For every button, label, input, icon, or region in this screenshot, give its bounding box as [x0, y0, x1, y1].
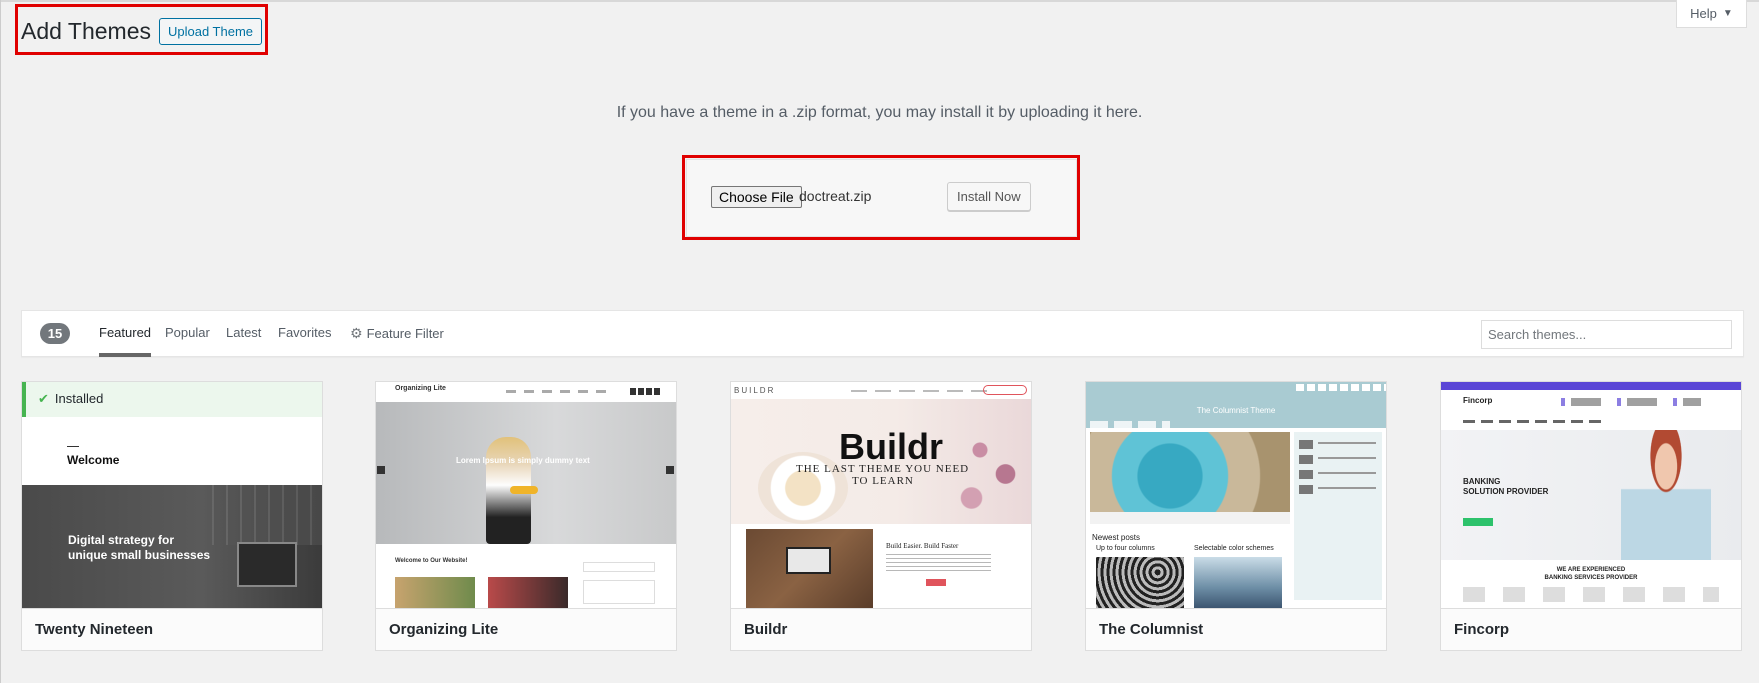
preview-section-title: Welcome to Our Website! [395, 558, 468, 564]
theme-name: Fincorp [1441, 608, 1741, 650]
preview-sub-1: WE ARE EXPERIENCED [1556, 567, 1626, 573]
preview-col-2: Selectable color schemes [1194, 545, 1274, 552]
installed-label: Installed [54, 391, 104, 406]
tab-favorites[interactable]: Favorites [278, 325, 331, 340]
help-tab[interactable]: Help ▼ [1676, 0, 1747, 28]
checkmark-icon: ✔ [38, 391, 49, 406]
upload-description: If you have a theme in a .zip format, yo… [616, 104, 1143, 121]
theme-screenshot: Fincorp BANKING SOLUTION PROVIDER WE ARE… [1441, 382, 1741, 608]
preview-logo: Organizing Lite [395, 385, 446, 392]
tab-featured[interactable]: Featured [99, 325, 152, 357]
preview-hero-2: SOLUTION PROVIDER [1463, 487, 1549, 496]
theme-name: Twenty Nineteen [22, 608, 322, 650]
preview-logo: Fincorp [1463, 396, 1493, 405]
preview-subhead: Build Easier. Build Faster [886, 542, 959, 550]
theme-name: The Columnist [1086, 608, 1386, 650]
installed-notice: ✔ Installed [22, 382, 322, 417]
annotation-box-upload [682, 155, 1080, 240]
preview-big-logo: Buildr [839, 426, 943, 467]
theme-count-badge: 15 [40, 323, 70, 344]
search-themes-input[interactable] [1481, 320, 1732, 349]
preview-col-1: Up to four columns [1096, 545, 1155, 552]
caret-down-icon: ▼ [1722, 8, 1733, 19]
gear-icon: ⚙ [350, 325, 363, 341]
left-rule [0, 0, 1, 683]
preview-hero-text: Lorem Ipsum is simply dummy text [456, 456, 590, 465]
feature-filter-button[interactable]: ⚙ Feature Filter [350, 325, 444, 342]
theme-card-twenty-nineteen[interactable]: Welcome Digital strategy for unique smal… [21, 381, 323, 651]
theme-card-organizing-lite[interactable]: Organizing Lite Lorem Ipsum is simply du… [375, 381, 677, 651]
preview-sub-2: BANKING SERVICES PROVIDER [1544, 575, 1638, 581]
theme-screenshot: The Columnist Theme Newest posts Up to f… [1086, 382, 1386, 608]
preview-tagline-1: THE LAST THEME YOU NEED [796, 463, 970, 475]
theme-screenshot: Organizing Lite Lorem Ipsum is simply du… [376, 382, 676, 608]
theme-filter-bar: 15 Featured Popular Latest Favorites ⚙ Fe… [21, 310, 1744, 357]
feature-filter-label: Feature Filter [366, 326, 444, 341]
theme-screenshot: BUILDR Buildr THE LAST THEME YOU NEED TO… [731, 382, 1031, 608]
preview-headline-1: Digital strategy for [68, 533, 175, 547]
preview-banner-title: The Columnist Theme [1196, 406, 1276, 415]
preview-hero-1: BANKING [1463, 477, 1501, 486]
preview-welcome: Welcome [67, 453, 120, 467]
theme-name: Buildr [731, 608, 1031, 650]
annotation-box-header [15, 4, 268, 55]
preview-headline-2: unique small businesses [68, 548, 211, 562]
tab-popular[interactable]: Popular [165, 325, 210, 340]
help-label: Help [1690, 6, 1717, 21]
theme-card-the-columnist[interactable]: The Columnist Theme Newest posts Up to f… [1085, 381, 1387, 651]
theme-card-fincorp[interactable]: Fincorp BANKING SOLUTION PROVIDER WE ARE… [1440, 381, 1742, 651]
tab-latest[interactable]: Latest [226, 325, 261, 340]
preview-tagline-2: TO LEARN [852, 475, 914, 487]
preview-logo: BUILDR [734, 386, 776, 395]
theme-name: Organizing Lite [376, 608, 676, 650]
preview-newest: Newest posts [1092, 533, 1141, 542]
top-rule [0, 0, 1759, 2]
theme-card-buildr[interactable]: BUILDR Buildr THE LAST THEME YOU NEED TO… [730, 381, 1032, 651]
